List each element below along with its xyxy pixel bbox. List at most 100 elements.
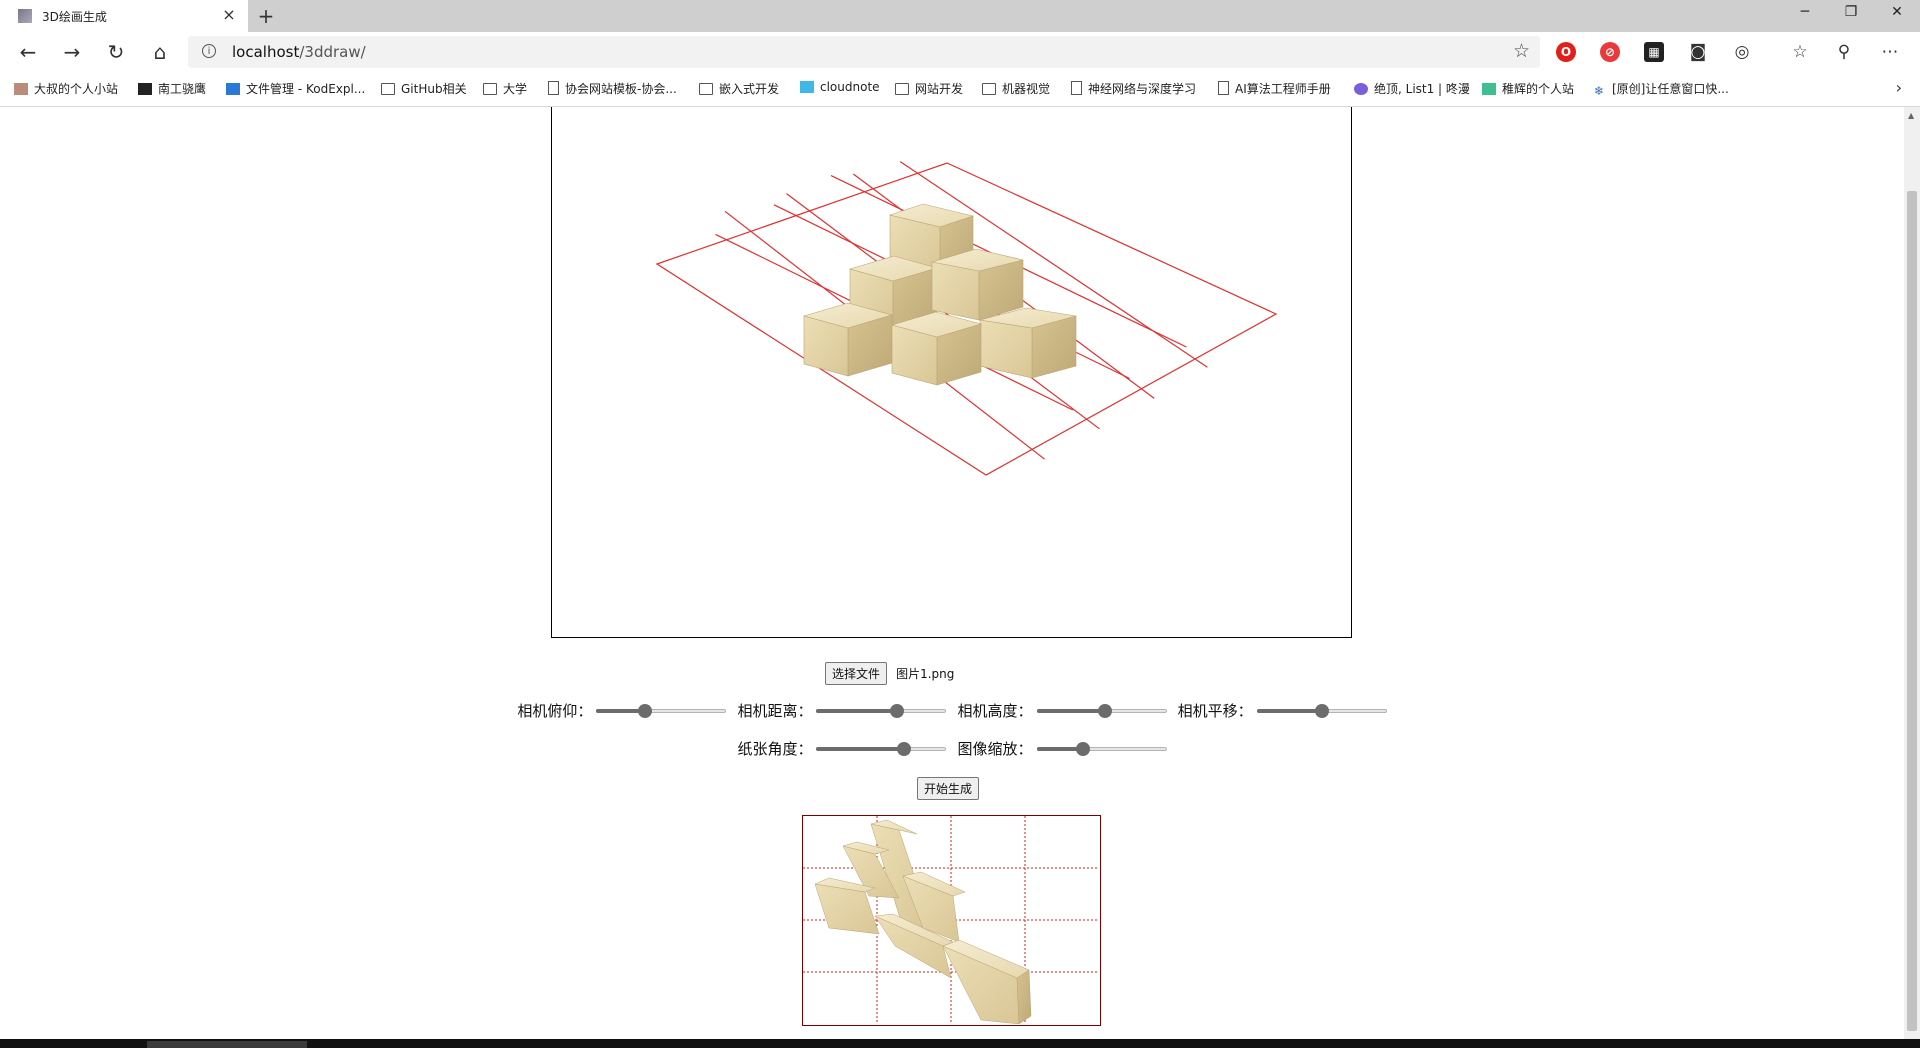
bookmark-item[interactable]: 大叔的个人小站 [14,80,118,98]
start-row: 开始生成 [917,777,980,800]
personal-site-icon [1482,83,1496,95]
file-input-row: 选择文件 图片1.png [825,662,954,686]
chevron-right-icon[interactable]: › [1896,78,1902,97]
bookmark-item[interactable]: 协会网站模板-协会... [548,80,677,98]
new-tab-icon[interactable]: + [253,3,279,29]
red-grid [655,161,1278,476]
bookmark-item[interactable]: 稚辉的个人站 [1482,80,1574,98]
restore-icon[interactable]: ❐ [1828,0,1874,24]
bookmark-item[interactable]: AI算法工程师手册 [1218,80,1331,98]
browser-toolbar: ← → ↻ ⌂ i localhost/3ddraw/ ☆ O ⊘ ▦ ◙ ◎ … [0,32,1920,72]
cloudnote-icon [800,81,814,93]
taskbar-item[interactable] [147,1041,307,1048]
pitch-control: 相机俯仰： [517,700,727,721]
bookmark-label: 嵌入式开发 [719,82,780,96]
browser-tab[interactable]: 3D绘画生成 × [0,0,248,32]
folder-icon [483,83,497,95]
bookmark-label: 网站开发 [915,82,964,96]
bookmark-label: 南工骁鹰 [158,82,207,96]
scroll-up-icon[interactable]: ▲ [1908,111,1914,120]
pitch-slider[interactable] [596,703,727,719]
page-scrollbar[interactable]: ▲ [1904,107,1920,1039]
scale-control: 图像缩放： [958,738,1167,759]
minimize-icon[interactable]: ─ [1782,0,1828,24]
kodexplorer-icon [226,83,240,95]
info-icon[interactable]: i [202,44,216,58]
pan-slider[interactable] [1256,703,1387,719]
folder-icon [699,83,713,95]
bookmark-item[interactable]: 网站开发 [895,80,963,98]
back-icon[interactable]: ← [10,32,46,72]
paper-angle-slider[interactable] [816,741,947,757]
store-extension-icon[interactable]: ▦ [1644,42,1664,62]
distance-slider[interactable] [816,703,947,719]
refresh-icon[interactable]: ↻ [98,32,134,72]
profile-icon[interactable]: ⚲ [1826,32,1862,72]
bookmark-item[interactable]: 神经网络与深度学习 [1071,80,1196,98]
url-host: localhost [232,43,300,61]
output-canvas[interactable] [802,815,1101,1026]
bookmark-label: cloudnote [820,80,880,94]
bookmarks-bar: 大叔的个人小站 南工骁鹰 文件管理 - KodExpl... GitHub相关 … [0,72,1920,107]
bookmark-label: 神经网络与深度学习 [1088,82,1197,96]
wood-blocks [802,203,1077,386]
favorite-star-icon[interactable]: ☆ [1513,40,1530,62]
scrollbar-thumb[interactable] [1907,191,1917,1031]
height-control: 相机高度： [958,700,1167,721]
bookmark-item[interactable]: 绝顶, List1 | 咚漫 [1354,80,1470,98]
comic-icon [1354,83,1368,95]
more-menu-icon[interactable]: ⋯ [1872,32,1908,72]
bookmark-item[interactable]: 南工骁鹰 [138,80,206,98]
page-content: 选择文件 图片1.png 相机俯仰： 相机距离： 相机高度： 相机平移： 纸张角… [0,107,1904,1039]
block-extension-icon[interactable]: ⊘ [1600,42,1620,62]
close-tab-icon[interactable]: × [220,5,238,25]
forward-icon[interactable]: → [54,32,90,72]
tab-title: 3D绘画生成 [42,10,107,24]
start-generate-button[interactable]: 开始生成 [917,777,980,800]
bookmark-label: [原创]让任意窗口快... [1612,82,1729,96]
bookmark-label: 大学 [503,82,528,96]
sync-extension-icon[interactable]: ◎ [1724,32,1760,72]
home-icon[interactable]: ⌂ [142,32,178,72]
url-path: /3ddraw/ [299,43,366,61]
page-icon [1218,81,1229,95]
pitch-label: 相机俯仰： [517,702,593,720]
bookmark-label: 文件管理 - KodExpl... [246,82,366,96]
close-window-icon[interactable]: ✕ [1874,0,1920,24]
bookmark-label: AI算法工程师手册 [1235,82,1331,96]
distorted-blocks [814,819,1032,1025]
distance-label: 相机距离： [737,702,813,720]
bookmark-label: GitHub相关 [401,82,467,96]
bookmark-item[interactable]: 大学 [483,80,527,98]
scale-slider[interactable] [1036,741,1167,757]
tab-favicon-icon [18,9,32,23]
bookmark-item[interactable]: GitHub相关 [381,80,467,98]
paper-angle-control: 纸张角度： [737,738,947,759]
bookmark-label: 大叔的个人小站 [34,82,119,96]
bookmark-item[interactable]: cloudnote [800,80,880,98]
choose-file-button[interactable]: 选择文件 [825,662,888,685]
render-scene [655,161,1278,476]
folder-icon [381,83,395,95]
avatar-icon [14,83,28,95]
paper-angle-label: 纸张角度： [737,740,813,758]
bookmark-label: 机器视觉 [1002,82,1051,96]
url-text: localhost/3ddraw/ [232,43,366,61]
scale-label: 图像缩放： [957,740,1033,758]
bookmark-item[interactable]: 文件管理 - KodExpl... [226,80,365,98]
address-bar[interactable]: i localhost/3ddraw/ ☆ [188,36,1540,68]
camera-controls-row: 相机俯仰： 相机距离： 相机高度： 相机平移： [0,700,1904,721]
distance-control: 相机距离： [737,700,947,721]
opera-extension-icon[interactable]: O [1556,42,1576,62]
height-slider[interactable] [1036,703,1167,719]
folder-icon [895,83,909,95]
bookmark-item[interactable]: 机器视觉 [982,80,1050,98]
render-canvas[interactable] [551,107,1352,638]
pan-label: 相机平移： [1177,702,1253,720]
output-scene [803,816,1099,1025]
camera-extension-icon[interactable]: ◙ [1680,32,1716,72]
bookmark-item[interactable]: ❄ [原创]让任意窗口快... [1592,80,1729,98]
favorites-list-icon[interactable]: ☆ [1782,32,1818,72]
bookmark-item[interactable]: 嵌入式开发 [699,80,779,98]
tab-strip: 3D绘画生成 × + ─ ❐ ✕ [0,0,1920,32]
